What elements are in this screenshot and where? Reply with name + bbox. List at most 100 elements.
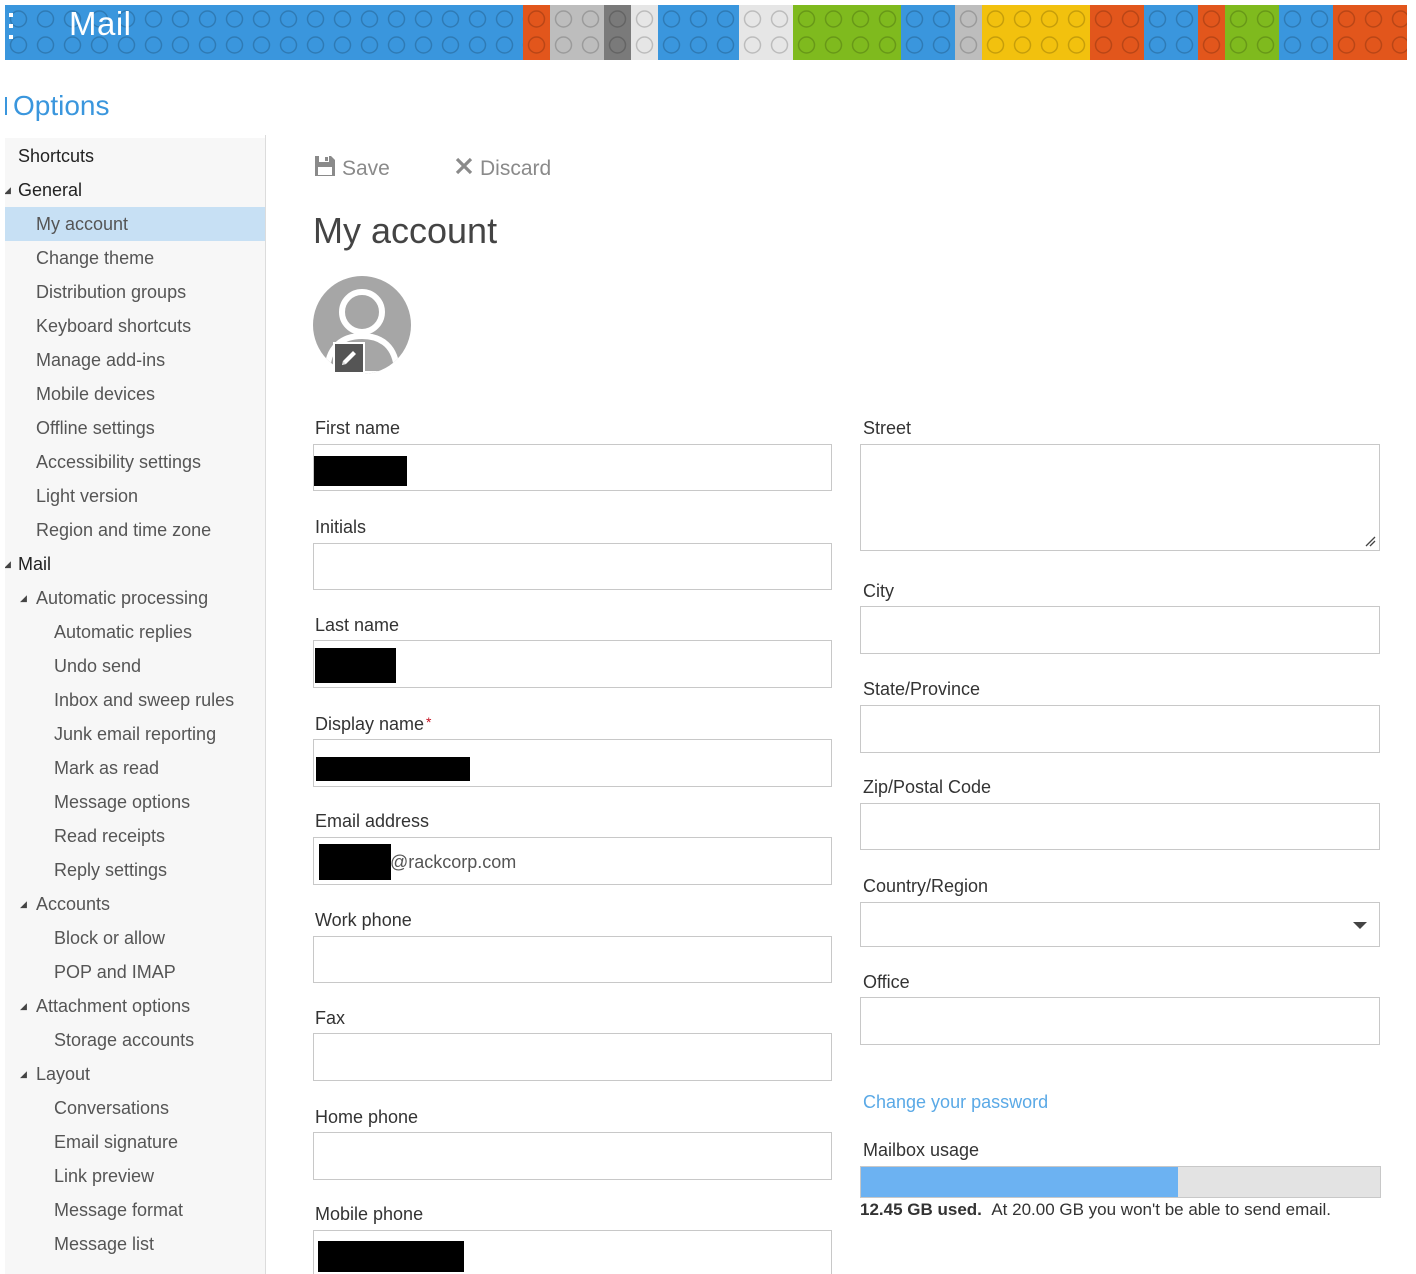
sidebar-item-light-version[interactable]: Light version [5,479,266,513]
sidebar-item-accounts[interactable]: ◢ Accounts [5,887,266,921]
sidebar-item-general[interactable]: ◢ General [5,173,266,207]
chevron-down-icon [1353,922,1367,929]
mailbox-usage-text: 12.45 GB used. At 20.00 GB you won't be … [860,1200,1331,1220]
sidebar-item-shortcuts[interactable]: Shortcuts [5,139,266,173]
sidebar-item-link-preview[interactable]: Link preview [5,1159,266,1193]
sidebar-item-conversations[interactable]: Conversations [5,1091,266,1125]
app-launcher-icon[interactable] [9,13,15,39]
sidebar-item-keyboard-shortcuts[interactable]: Keyboard shortcuts [5,309,266,343]
sidebar-item-undo-send[interactable]: Undo send [5,649,266,683]
expand-triangle-icon[interactable]: ◢ [20,887,27,921]
sidebar-item-label: Email signature [54,1132,179,1152]
zip-field[interactable] [860,803,1380,850]
sidebar-item-message-options[interactable]: Message options [5,785,266,819]
country-select[interactable] [860,902,1380,947]
sidebar-item-label: POP and IMAP [54,962,176,982]
sidebar-item-mail[interactable]: ◢ Mail [5,547,266,581]
sidebar-item-mark-as-read[interactable]: Mark as read [5,751,266,785]
sidebar-item-label: Distribution groups [36,282,187,302]
redacted-value [314,456,407,486]
sidebar-item-distribution-groups[interactable]: Distribution groups [5,275,266,309]
sidebar-item-layout[interactable]: ◢ Layout [5,1057,266,1091]
sidebar-item-region-and-time-zone[interactable]: Region and time zone [5,513,266,547]
options-marker [5,97,7,115]
sidebar-item-attachment-options[interactable]: ◢ Attachment options [5,989,266,1023]
last-name-label: Last name [315,615,400,635]
options-title: Options [13,90,110,121]
sidebar-item-automatic-replies[interactable]: Automatic replies [5,615,266,649]
sidebar-item-label: Automatic replies [54,622,193,642]
mailbox-limit-text: At 20.00 GB you won't be able to send em… [991,1200,1332,1219]
sidebar-item-label: My account [36,214,129,234]
sidebar-item-storage-accounts[interactable]: Storage accounts [5,1023,266,1057]
sidebar-item-message-list[interactable]: Message list [5,1227,266,1261]
sidebar-item-accessibility-settings[interactable]: Accessibility settings [5,445,266,479]
sidebar-item-label: Light version [36,486,139,506]
sidebar-item-label: Attachment options [36,996,191,1016]
sidebar-item-reply-settings[interactable]: Reply settings [5,853,266,887]
sidebar-item-label: General [18,180,83,200]
mailbox-usage-label: Mailbox usage [863,1140,980,1160]
sidebar-item-label: Link preview [54,1166,155,1186]
initials-field[interactable] [313,543,832,590]
redacted-value [315,648,396,683]
state-label: State/Province [863,679,981,699]
mobile-phone-field[interactable] [313,1230,832,1274]
first-name-label: First name [315,418,401,438]
options-sidebar: Shortcuts ◢ General My account Change theme D… [5,138,266,1274]
sidebar-item-label: Read receipts [54,826,166,846]
fax-field[interactable] [313,1033,832,1081]
email-field: @rackcorp.com [313,837,832,885]
close-x-icon [454,156,474,182]
street-field[interactable] [860,444,1380,551]
sidebar-item-label: Offline settings [36,418,155,438]
state-field[interactable] [860,705,1380,753]
expand-triangle-icon[interactable]: ◢ [5,547,11,581]
expand-triangle-icon[interactable]: ◢ [20,989,27,1023]
page-title: My account [313,210,498,251]
sidebar-item-label: Undo send [54,656,142,676]
display-name-field[interactable] [313,739,832,787]
sidebar-item-label: Keyboard shortcuts [36,316,192,336]
sidebar-item-label: Automatic processing [36,588,209,608]
sidebar-item-label: Message list [54,1234,155,1254]
sidebar-item-pop-and-imap[interactable]: POP and IMAP [5,955,266,989]
change-password-link[interactable]: Change your password [863,1092,1048,1113]
redacted-value [318,1241,464,1272]
sidebar-item-label: Message format [54,1200,184,1220]
resize-grip-icon[interactable] [1364,535,1376,547]
zip-label: Zip/Postal Code [863,777,992,797]
sidebar-item-offline-settings[interactable]: Offline settings [5,411,266,445]
sidebar-item-label: Mail [18,554,52,574]
sidebar-item-automatic-processing[interactable]: ◢ Automatic processing [5,581,266,615]
sidebar-item-read-receipts[interactable]: Read receipts [5,819,266,853]
sidebar-item-label: Region and time zone [36,520,212,540]
first-name-field[interactable] [313,444,832,491]
sidebar-item-label: Change theme [36,248,155,268]
home-phone-field[interactable] [313,1132,832,1180]
sidebar-item-message-format[interactable]: Message format [5,1193,266,1227]
expand-triangle-icon[interactable]: ◢ [5,173,11,207]
edit-photo-button[interactable] [333,342,365,374]
sidebar-item-inbox-and-sweep-rules[interactable]: Inbox and sweep rules [5,683,266,717]
sidebar-item-block-or-allow[interactable]: Block or allow [5,921,266,955]
sidebar-item-manage-add-ins[interactable]: Manage add-ins [5,343,266,377]
sidebar-item-email-signature[interactable]: Email signature [5,1125,266,1159]
expand-triangle-icon[interactable]: ◢ [20,1057,27,1091]
office-label: Office [863,972,910,992]
office-field[interactable] [860,997,1380,1045]
mailbox-usage-fill [861,1167,1178,1197]
sidebar-item-junk-email-reporting[interactable]: Junk email reporting [5,717,266,751]
city-field[interactable] [860,606,1380,654]
sidebar-item-label: Shortcuts [18,146,95,166]
country-label: Country/Region [863,876,989,896]
save-button[interactable]: Save [314,152,390,186]
sidebar-item-change-theme[interactable]: Change theme [5,241,266,275]
work-phone-field[interactable] [313,936,832,983]
discard-button[interactable]: Discard [454,152,551,186]
sidebar-item-mobile-devices[interactable]: Mobile devices [5,377,266,411]
sidebar-item-label: Block or allow [54,928,166,948]
last-name-field[interactable] [313,640,832,688]
sidebar-item-my-account[interactable]: My account [5,207,266,241]
expand-triangle-icon[interactable]: ◢ [20,581,27,615]
